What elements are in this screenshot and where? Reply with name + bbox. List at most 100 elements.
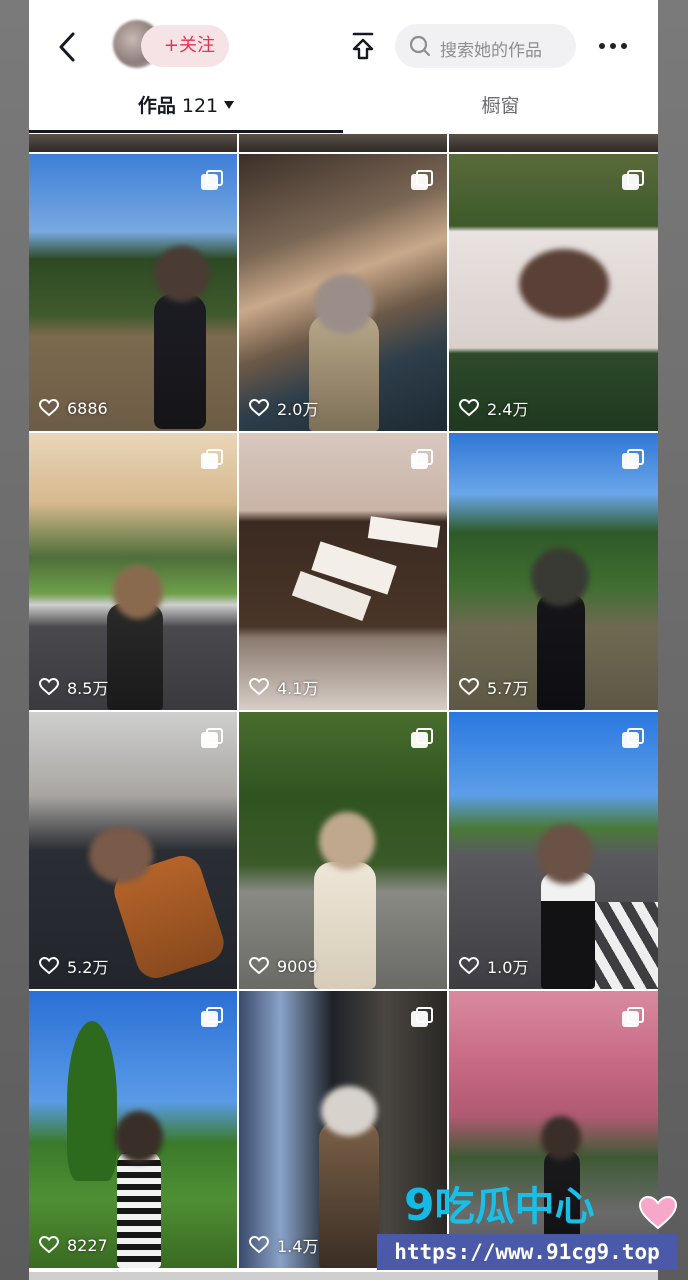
blurred-face	[314, 274, 374, 334]
like-count-value: 9009	[277, 956, 318, 976]
multi-image-icon	[411, 728, 433, 748]
follow-button[interactable]: +关注	[141, 25, 229, 67]
like-count-value: 5.7万	[487, 679, 529, 698]
blurred-face	[113, 565, 163, 619]
blurred-face	[537, 824, 593, 884]
tab-window[interactable]: 橱窗	[343, 92, 658, 134]
heart-logo-icon	[638, 1195, 678, 1230]
more-dot	[610, 43, 616, 49]
blurred-face	[319, 812, 375, 870]
like-count-value: 5.2万	[67, 958, 109, 977]
watermark-logo: 9吃瓜中心	[404, 1174, 595, 1232]
like-count: 1.0万	[459, 955, 528, 977]
tab-active-indicator	[29, 130, 343, 133]
figure	[314, 862, 376, 989]
multi-image-icon	[622, 170, 644, 190]
blurred-face	[541, 1116, 581, 1160]
search-placeholder: 搜索她的作品	[440, 41, 542, 61]
multi-image-icon	[622, 1007, 644, 1027]
like-count-value: 4.1万	[277, 679, 319, 698]
blurred-face	[89, 827, 153, 883]
next-row-partial	[29, 1272, 658, 1280]
video-card[interactable]: 2.4万	[449, 154, 658, 431]
share-button[interactable]	[351, 30, 375, 62]
figure	[117, 1151, 161, 1268]
previous-row-partial	[29, 134, 658, 152]
partial-thumb	[239, 134, 447, 152]
multi-image-icon	[411, 1007, 433, 1027]
more-dot	[621, 43, 627, 49]
blurred-face	[531, 548, 589, 606]
heart-outline-icon	[459, 678, 479, 696]
figure	[537, 593, 585, 710]
like-count-value: 8.5万	[67, 679, 109, 698]
video-card[interactable]: 8.5万	[29, 433, 237, 710]
like-count-value: 2.0万	[277, 400, 319, 419]
multi-image-icon	[201, 1007, 223, 1027]
video-card[interactable]: 1.0万	[449, 712, 658, 989]
like-count: 6886	[39, 397, 108, 419]
partial-thumb	[29, 134, 237, 152]
heart-outline-icon	[249, 678, 269, 696]
figure	[541, 872, 595, 989]
heart-outline-icon	[39, 399, 59, 417]
tab-works[interactable]: 作品 121	[29, 92, 343, 134]
more-dots-icon	[599, 43, 605, 49]
video-card[interactable]: 8227	[29, 991, 237, 1268]
video-card[interactable]: 2.0万	[239, 154, 447, 431]
multi-image-icon	[411, 449, 433, 469]
search-input[interactable]: 搜索她的作品	[395, 24, 576, 68]
multi-image-icon	[201, 449, 223, 469]
multi-image-icon	[411, 170, 433, 190]
heart-outline-icon	[459, 399, 479, 417]
heart-outline-icon	[249, 957, 269, 975]
blurred-face	[519, 249, 609, 319]
like-count-value: 8227	[67, 1235, 108, 1255]
watermark-logo-text: 吃瓜中心	[434, 1184, 595, 1230]
video-card[interactable]: 6886	[29, 154, 237, 431]
like-count: 5.2万	[39, 955, 108, 977]
multi-image-icon	[622, 449, 644, 469]
share-upload-icon	[352, 32, 374, 60]
watermark-url: https://www.91cg9.top	[377, 1234, 677, 1270]
video-card[interactable]: 5.7万	[449, 433, 658, 710]
like-count: 8.5万	[39, 676, 108, 698]
multi-image-icon	[201, 728, 223, 748]
profile-screen: +关注 搜索她的作品 作品 121 橱窗 6886 2.0万 2.4万 8.5万…	[29, 0, 658, 1280]
heart-outline-icon	[249, 1236, 269, 1254]
heart-outline-icon	[249, 399, 269, 417]
like-count-value: 2.4万	[487, 400, 529, 419]
figure	[154, 294, 206, 429]
like-count-value: 6886	[67, 398, 108, 418]
like-count: 8227	[39, 1234, 108, 1256]
more-button[interactable]	[599, 40, 629, 52]
heart-outline-icon	[459, 957, 479, 975]
like-count-value: 1.4万	[277, 1237, 319, 1256]
tree	[67, 1021, 117, 1181]
figure	[319, 1121, 379, 1268]
heart-outline-icon	[39, 957, 59, 975]
video-card[interactable]: 4.1万	[239, 433, 447, 710]
caret-down-icon[interactable]	[224, 101, 235, 109]
search-icon	[409, 35, 431, 57]
heart-outline-icon	[39, 1236, 59, 1254]
video-card[interactable]: 5.2万	[29, 712, 237, 989]
watermark-number: 9	[404, 1180, 435, 1231]
chevron-left-icon	[59, 32, 75, 62]
heart-outline-icon	[39, 678, 59, 696]
like-count: 5.7万	[459, 676, 528, 698]
like-count: 1.4万	[249, 1234, 318, 1256]
profile-tabs: 作品 121 橱窗	[29, 92, 658, 134]
blurred-face	[154, 246, 210, 302]
back-button[interactable]	[55, 30, 81, 64]
top-bar: +关注 搜索她的作品	[29, 0, 658, 92]
video-card[interactable]: 9009	[239, 712, 447, 989]
tab-works-count: 121	[181, 95, 219, 117]
left-margin	[0, 0, 29, 1280]
right-margin	[658, 0, 688, 1280]
tab-works-label: 作品	[137, 95, 176, 117]
multi-image-icon	[622, 728, 644, 748]
blurred-face	[321, 1086, 377, 1136]
like-count: 2.0万	[249, 397, 318, 419]
like-count: 2.4万	[459, 397, 528, 419]
